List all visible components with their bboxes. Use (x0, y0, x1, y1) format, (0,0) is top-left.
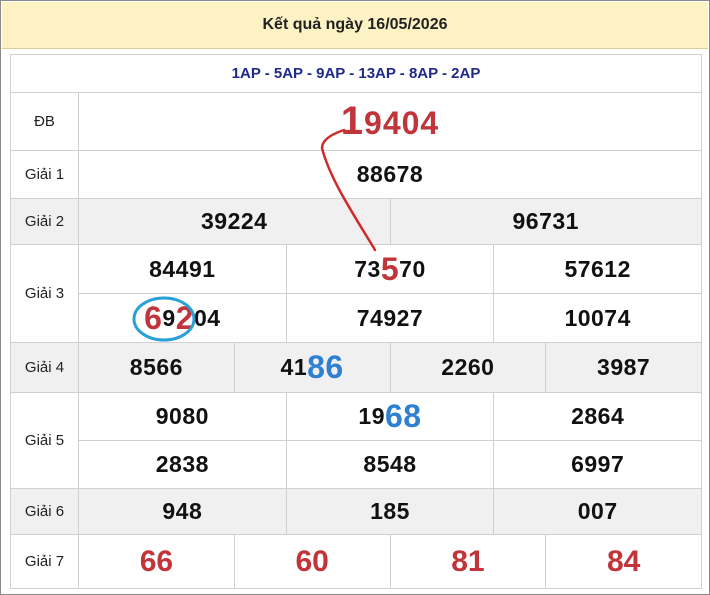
label-prize-3: Giải 3 (10, 244, 79, 343)
label-prize-1: Giải 1 (10, 150, 79, 199)
label-prize-6: Giải 6 (10, 488, 79, 535)
stations-label: 1AP - 5AP - 9AP - 13AP - 8AP - 2AP (10, 54, 702, 93)
highlight-digit: 6 (144, 299, 163, 336)
row-special: ĐB 19404 (10, 92, 702, 151)
prize-4-value: 2260 (389, 343, 546, 392)
highlight-digits: 68 (385, 398, 422, 434)
prize-2-cells: 39224 96731 (78, 198, 702, 245)
prize-6-value: 948 (162, 498, 203, 524)
prize-5-cells: 9080 19 68 2864 2838 8548 6997 (78, 392, 702, 489)
prize-5-value: 2838 (155, 451, 209, 477)
page-title: Kết quả ngày 16/05/2026 (2, 2, 708, 49)
highlight-digit: 2 (175, 299, 194, 336)
prize-7-cells: 66 60 81 84 (78, 534, 702, 589)
results-table: 1AP - 5AP - 9AP - 13AP - 8AP - 2AP ĐB 19… (10, 54, 702, 589)
prize-3-value: 84491 (149, 255, 216, 282)
row-prize-2: Giải 2 39224 96731 (10, 198, 702, 245)
prize-5-value: 9080 (155, 403, 209, 429)
prize-3-value: 57612 (493, 245, 701, 293)
prize-5-value: 8548 (285, 441, 494, 488)
label-prize-4: Giải 4 (10, 342, 79, 393)
prize-3-value: 74927 (285, 294, 494, 342)
prize-5-value: 6997 (493, 441, 701, 488)
row-prize-6: Giải 6 948 185 007 (10, 488, 702, 535)
prize-6-value: 007 (493, 489, 701, 534)
label-prize-5: Giải 5 (10, 392, 79, 489)
label-special: ĐB (10, 92, 79, 151)
special-rest-digits: 9404 (364, 105, 440, 141)
prize-2-value: 96731 (389, 199, 702, 244)
highlight-digit: 5 (380, 250, 400, 287)
label-prize-7: Giải 7 (10, 534, 79, 589)
prize-5-value: 2864 (493, 393, 701, 440)
special-first-digit: 1 (340, 99, 365, 143)
prize-6-value: 185 (285, 489, 494, 534)
label-prize-2: Giải 2 (10, 198, 79, 245)
prize-7-value: 60 (233, 535, 390, 588)
prize-4-value: 8566 (129, 354, 183, 380)
prize-5-value-highlight: 19 68 (285, 393, 494, 440)
prize-3-value: 10074 (493, 294, 701, 342)
prize-4-value-highlight: 41 86 (233, 343, 390, 392)
prize-3-value-highlight: 73 5 70 (285, 245, 494, 293)
row-prize-4: Giải 4 8566 41 86 2260 3987 (10, 342, 702, 393)
special-prize-value: 19404 (341, 99, 440, 143)
stations-row: 1AP - 5AP - 9AP - 13AP - 8AP - 2AP (10, 54, 702, 93)
row-prize-3: Giải 3 84491 73 5 70 57612 6 9 2 04 74927 100… (10, 244, 702, 343)
prize-3-value-circled: 6 9 2 04 (144, 299, 221, 336)
result-frame: Kết quả ngày 16/05/2026 1AP - 5AP - 9AP … (0, 0, 710, 595)
row-prize-5: Giải 5 9080 19 68 2864 2838 8548 6997 (10, 392, 702, 489)
prize-7-value: 81 (389, 535, 546, 588)
prize-6-cells: 948 185 007 (78, 488, 702, 535)
prize-7-value: 84 (545, 535, 701, 588)
row-prize-1: Giải 1 88678 (10, 150, 702, 199)
prize-4-cells: 8566 41 86 2260 3987 (78, 342, 702, 393)
special-prize: 19404 (78, 92, 702, 151)
highlight-digits: 86 (307, 349, 344, 385)
row-prize-7: Giải 7 66 60 81 84 (10, 534, 702, 589)
prize-3-cells: 84491 73 5 70 57612 6 9 2 04 74927 10074 (78, 244, 702, 343)
prize-4-value: 3987 (545, 343, 701, 392)
prize-1-value: 88678 (78, 150, 702, 199)
prize-7-value: 66 (139, 544, 174, 578)
prize-2-value: 39224 (201, 208, 268, 234)
